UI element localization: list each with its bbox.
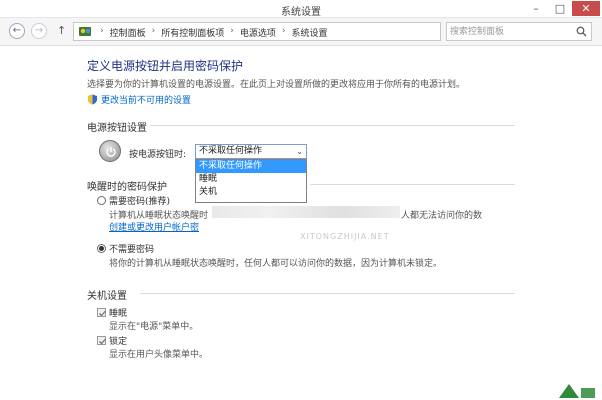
dropdown-option[interactable]: 关机 [196, 186, 306, 199]
dropdown-option[interactable]: 不采取任何操作 [196, 160, 306, 173]
checkmark-icon [99, 338, 106, 345]
search-input[interactable] [450, 25, 570, 38]
create-password-link[interactable]: 创建或更改用户帐户密 [109, 220, 199, 233]
no-password-radio[interactable] [97, 244, 106, 253]
address-bar[interactable]: › 控制面板 › 所有控制面板项 › 电源选项 › 系统设置 ▾ ↻ [73, 22, 498, 42]
forward-button[interactable]: → [31, 23, 47, 39]
search-icon[interactable] [576, 26, 587, 37]
power-button-action-select[interactable]: 不采取任何操作 ⌄ [195, 144, 307, 159]
sleep-label: 睡眠 [109, 309, 128, 319]
lock-checkbox[interactable] [97, 336, 106, 345]
back-button[interactable]: ← [9, 23, 25, 39]
search-box[interactable] [446, 22, 592, 41]
require-password-label: 需要密码(推荐) [109, 197, 171, 207]
navigation-bar: ← → ↑ › 控制面板 › 所有控制面板项 › 电源选项 › 系统设置 ▾ ↻ [0, 18, 602, 46]
up-button[interactable]: ↑ [57, 24, 66, 37]
breadcrumb-item[interactable]: 所有控制面板项 [161, 26, 224, 39]
watermark-text: XITONGZHIJIA.NET [300, 232, 390, 241]
breadcrumb-separator: › [151, 26, 156, 36]
divider [150, 125, 515, 126]
require-password-radio[interactable] [97, 196, 106, 205]
section-title-shutdown: 关机设置 [87, 291, 127, 302]
selected-value: 不采取任何操作 [199, 146, 263, 156]
no-password-description: 将你的计算机从睡眠状态唤醒时，任何人都可以访问你的数据，因为计算机未锁定。 [109, 259, 443, 269]
change-settings-label: 更改当前不可用的设置 [101, 96, 192, 106]
lock-description: 显示在用户头像菜单中。 [109, 350, 209, 360]
divider [140, 293, 515, 294]
change-settings-link[interactable]: 更改当前不可用的设置 [87, 93, 191, 106]
chevron-down-icon: ⌄ [296, 147, 303, 156]
minimize-button[interactable]: – [524, 1, 548, 16]
breadcrumb-separator: › [230, 26, 234, 36]
lock-label: 锁定 [109, 337, 128, 347]
watermark-logo [559, 384, 595, 398]
power-icon [99, 140, 121, 162]
section-title-power-button: 电源按钮设置 [87, 123, 147, 134]
no-password-label: 不需要密码 [109, 245, 155, 255]
breadcrumb: › 控制面板 › 所有控制面板项 › 电源选项 › 系统设置 [100, 26, 328, 39]
breadcrumb-item[interactable]: 控制面板 [110, 26, 146, 39]
require-password-description-end: 人都无法访问你的数 [401, 211, 483, 221]
page-description: 选择要为你的计算机设置的电源设置。在此页上对设置所做的更改将应用于你所有的电源计… [87, 80, 466, 90]
breadcrumb-item[interactable]: 电源选项 [240, 26, 276, 39]
breadcrumb-separator: › [281, 26, 286, 36]
maximize-button[interactable]: □ [548, 1, 572, 16]
page-title: 定义电源按钮并启用密码保护 [87, 59, 244, 73]
power-button-label: 按电源按钮时: [129, 150, 187, 160]
title-bar: 系统设置 – □ ✕ [0, 0, 602, 18]
breadcrumb-item[interactable]: 系统设置 [291, 26, 327, 39]
content-area: 定义电源按钮并启用密码保护 选择要为你的计算机设置的电源设置。在此页上对设置所做… [0, 46, 602, 400]
shield-icon [88, 94, 97, 105]
control-panel-icon [79, 27, 91, 36]
close-button[interactable]: ✕ [572, 1, 600, 16]
checkmark-icon [99, 310, 106, 317]
breadcrumb-separator: › [100, 26, 104, 36]
blur-overlay [212, 206, 400, 218]
sleep-description: 显示在"电源"菜单中。 [109, 322, 199, 332]
divider [310, 184, 515, 185]
sleep-checkbox[interactable] [97, 308, 106, 317]
section-title-password: 唤醒时的密码保护 [87, 182, 167, 193]
dropdown-option[interactable]: 睡眠 [196, 173, 306, 186]
window-title: 系统设置 [281, 7, 321, 18]
power-action-dropdown: 不采取任何操作 睡眠 关机 [195, 159, 307, 203]
